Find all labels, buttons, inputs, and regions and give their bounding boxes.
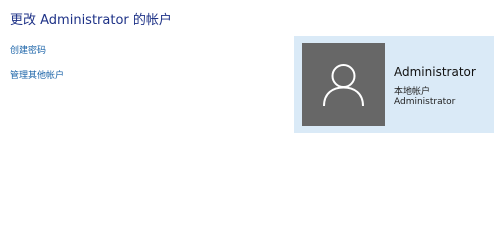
account-card[interactable]: Administrator 本地帐户 Administrator — [294, 36, 494, 133]
account-settings-page: 更改 Administrator 的帐户 创建密码 管理其他帐户 Adminis… — [0, 0, 500, 242]
account-name: Administrator — [394, 65, 476, 79]
avatar — [302, 43, 385, 126]
account-group: Administrator — [394, 97, 456, 107]
manage-other-accounts-link[interactable]: 管理其他帐户 — [10, 68, 64, 81]
user-silhouette-icon — [323, 64, 364, 107]
create-password-link[interactable]: 创建密码 — [10, 43, 46, 56]
page-title: 更改 Administrator 的帐户 — [10, 13, 172, 28]
account-type: 本地帐户 — [394, 87, 431, 97]
